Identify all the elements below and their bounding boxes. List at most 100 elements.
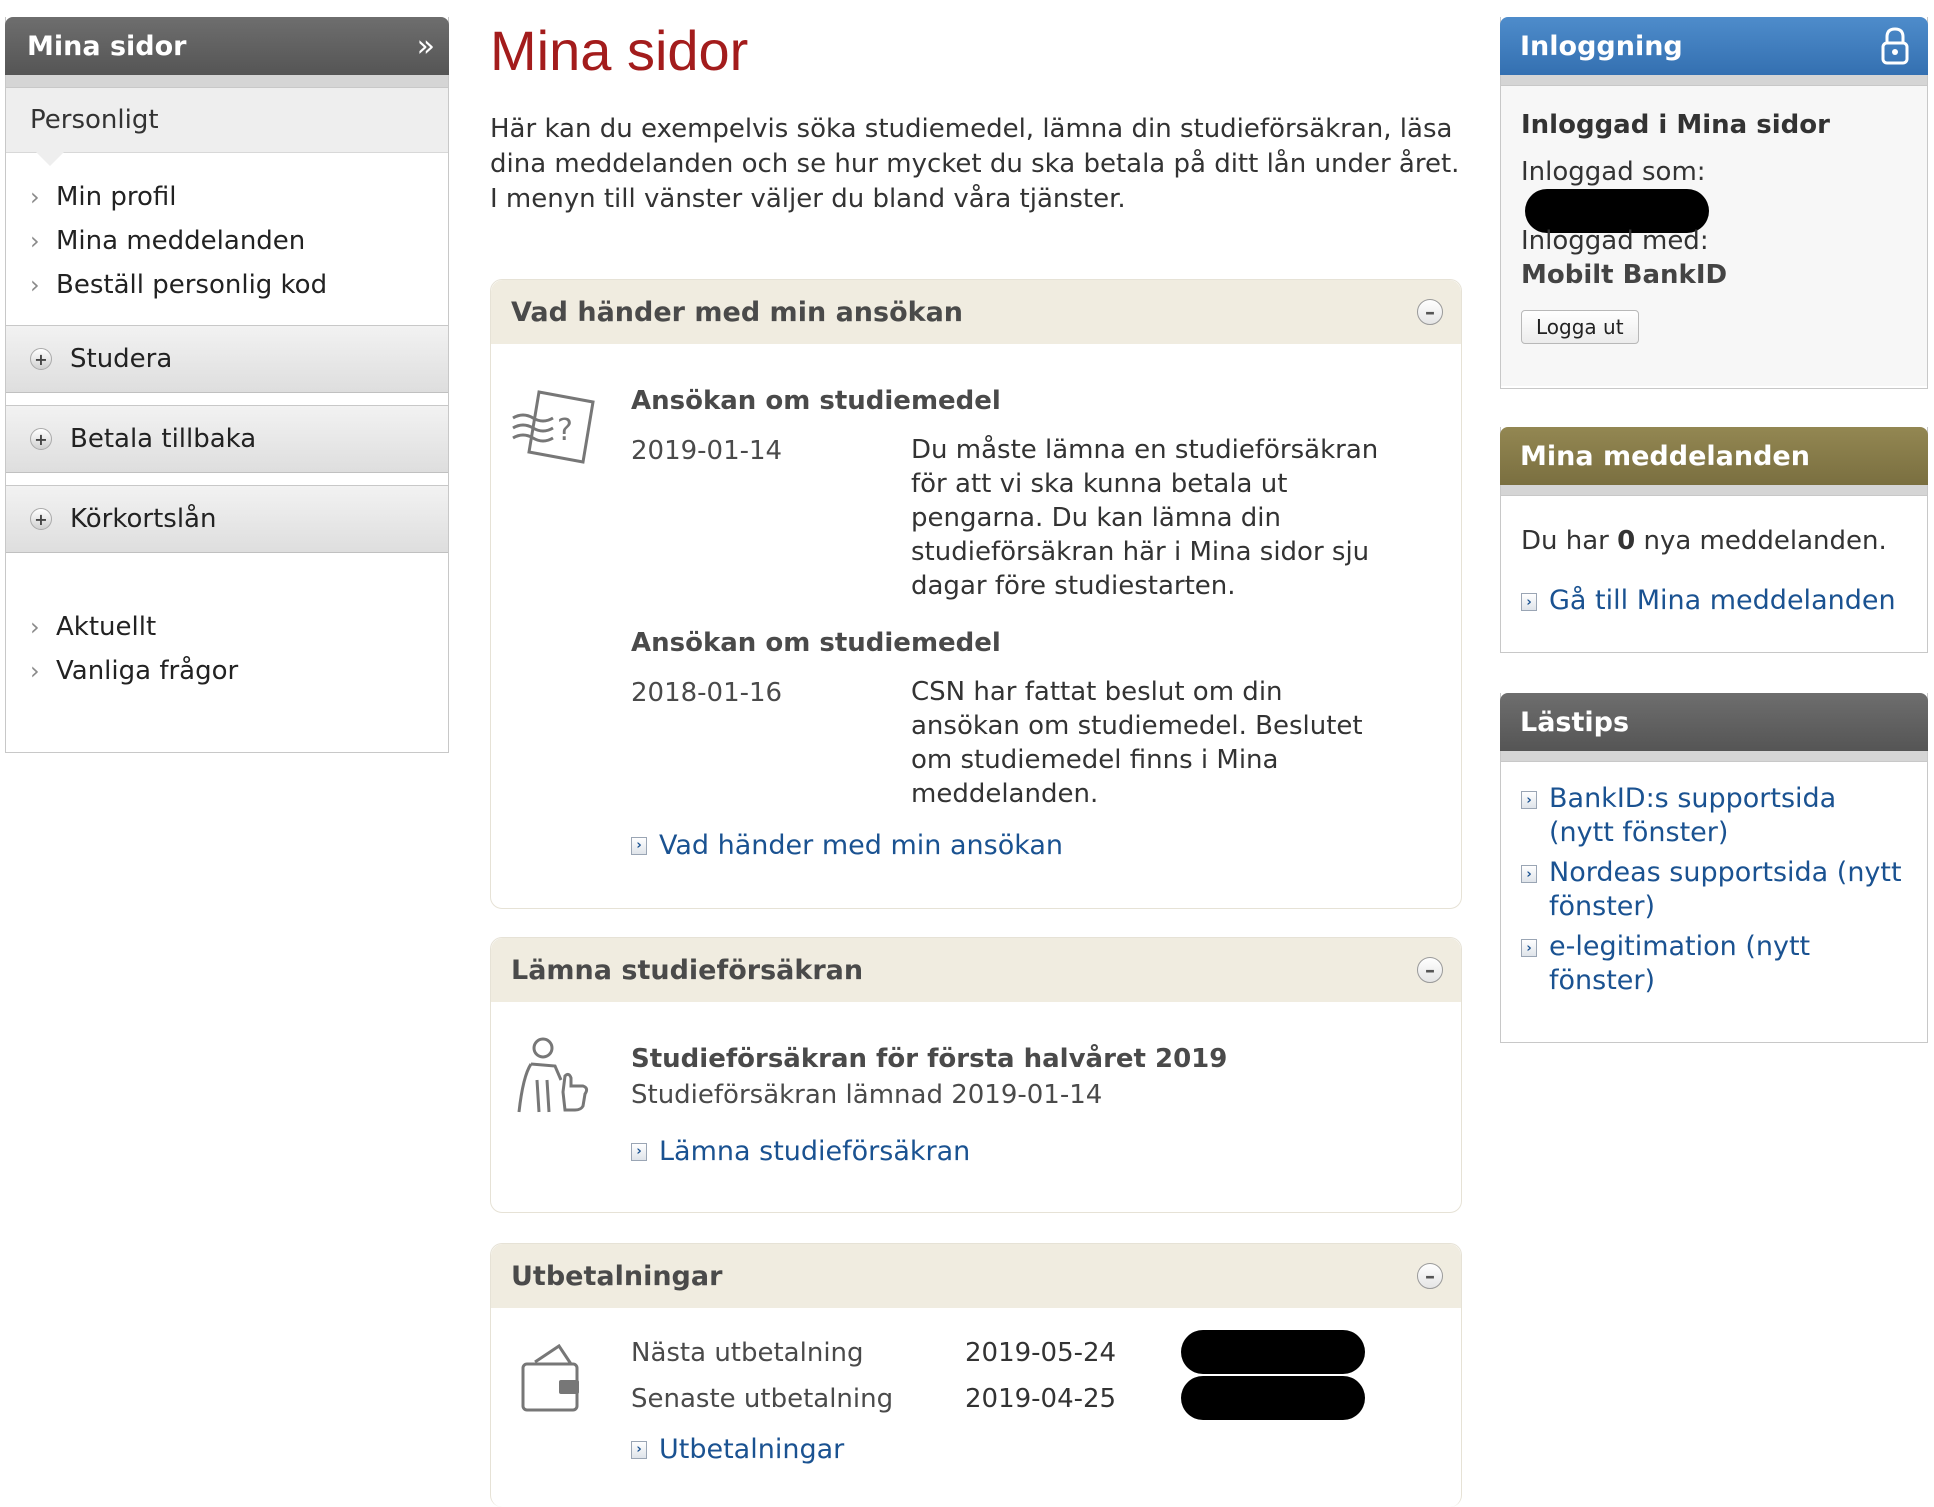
nav-group-label: Studera [70,344,173,374]
panel-heading: Lämna studieförsäkran [511,954,864,986]
login-title: Inloggad i Mina sidor [1521,110,1830,140]
arrow-box-icon: › [1521,865,1537,883]
arrow-box-icon: › [631,1142,647,1161]
panel-heading: Utbetalningar [511,1260,723,1292]
nav-group-betala-tillbaka[interactable]: + Betala tillbaka [6,405,448,473]
application-panel: Vad händer med min ansökan – ? Ansökan o… [490,279,1462,909]
messages-divider [1501,485,1927,496]
nav-section-label: Personligt [30,105,159,135]
nav-header: Mina sidor » [5,17,449,75]
chevron-right-icon: › [30,657,40,685]
login-body: Inloggad i Mina sidor Inloggad som: Inlo… [1501,86,1927,386]
messages-text-before: Du har [1521,526,1618,556]
insurance-link[interactable]: › Lämna studieförsäkran [631,1136,970,1167]
goto-messages-link[interactable]: › Gå till Mina meddelanden [1521,584,1896,618]
messages-body: Du har 0 nya meddelanden. › Gå till Mina… [1501,496,1927,652]
double-chevron-right-icon[interactable]: » [417,29,435,64]
redacted-amount [1181,1330,1365,1374]
tips-heading: Lästips [1520,706,1630,738]
messages-count-text: Du har 0 nya meddelanden. [1521,526,1887,556]
arrow-box-icon: › [1521,791,1537,809]
payment-label: Nästa utbetalning [631,1338,864,1368]
nav-item-min-profil[interactable]: › Min profil [30,175,448,219]
nav-group-label: Betala tillbaka [70,424,257,454]
collapse-minus-icon[interactable]: – [1417,1263,1443,1289]
messages-header: Mina meddelanden [1500,427,1928,485]
nav-title: Mina sidor [27,30,187,62]
payment-date: 2019-05-24 [965,1338,1117,1368]
messages-heading: Mina meddelanden [1520,440,1810,472]
nav-divider [6,75,448,88]
entry-text: CSN har fattat beslut om din ansökan om … [911,677,1363,809]
nav-section-personligt[interactable]: Personligt [6,88,448,166]
payments-link[interactable]: › Utbetalningar [631,1434,844,1465]
payments-panel: Utbetalningar – Nästa utbetalning 2019-0… [490,1243,1462,1507]
expand-plus-icon: + [30,508,52,530]
login-method: Mobilt BankID [1521,260,1728,290]
redacted-amount [1181,1376,1365,1420]
application-link[interactable]: › Vad händer med min ansökan [631,830,1063,861]
logout-button-wrap: Logga ut [1521,310,1639,344]
nav-group-korkortslan[interactable]: + Körkortslån [6,485,448,553]
nav-personal-list: › Min profil › Mina meddelanden › Beställ p… [6,153,448,325]
login-as-label: Inloggad som: [1521,157,1706,187]
link-label: e-legitimation (nytt fönster) [1549,931,1811,996]
login-with-label: Inloggad med: [1521,226,1709,256]
nav-item-vanliga-fragor[interactable]: › Vanliga frågor [30,649,448,693]
insurance-status: Studieförsäkran lämnad 2019-01-14 [631,1080,1103,1110]
messages-box: Mina meddelanden Du har 0 nya meddelande… [1500,427,1928,653]
link-label: Vad händer med min ansökan [659,830,1064,861]
entry-title: Ansökan om studiemedel [631,386,1001,416]
svg-text:?: ? [557,413,573,448]
nav-item-label: Mina meddelanden [56,226,306,256]
expand-plus-icon: + [30,428,52,450]
tip-link-elegitimation[interactable]: › e-legitimation (nytt fönster) [1521,930,1903,998]
entry-date: 2019-01-14 [631,436,783,466]
active-pointer-icon [36,152,64,166]
arrow-box-icon: › [1521,593,1537,611]
wallet-icon [521,1343,579,1412]
nav-group-studera[interactable]: + Studera [6,325,448,393]
arrow-box-icon: › [631,1440,647,1459]
entry-title: Ansökan om studiemedel [631,628,1001,658]
collapse-minus-icon[interactable]: – [1417,957,1443,983]
left-navigation: Mina sidor » Personligt › Min profil › Min… [5,17,449,753]
nav-bottom-list: › Aktuellt › Vanliga frågor [6,565,448,693]
nav-item-mina-meddelanden[interactable]: › Mina meddelanden [30,219,448,263]
panel-header: Lämna studieförsäkran – [491,938,1461,1002]
link-label: Gå till Mina meddelanden [1549,585,1896,616]
payment-date: 2019-04-25 [965,1384,1117,1414]
expand-plus-icon: + [30,348,52,370]
login-heading: Inloggning [1520,30,1683,62]
tips-divider [1501,751,1927,762]
arrow-box-icon: › [631,836,647,855]
chevron-right-icon: › [30,227,40,255]
nav-item-aktuellt[interactable]: › Aktuellt [30,605,448,649]
logout-button[interactable]: Logga ut [1521,310,1639,344]
tips-box: Lästips › BankID:s supportsida (nytt fön… [1500,693,1928,1043]
link-label: Lämna studieförsäkran [659,1136,971,1167]
chevron-right-icon: › [30,271,40,299]
login-header: Inloggning [1500,17,1928,75]
payment-label: Senaste utbetalning [631,1384,894,1414]
link-label: Nordeas supportsida (nytt fönster) [1549,857,1902,922]
entry-date: 2018-01-16 [631,678,783,708]
entry-text: Du måste lämna en studieförsäkran för at… [911,435,1379,601]
insurance-panel: Lämna studieförsäkran – Studieförsäkran … [490,937,1462,1213]
panel-header: Vad händer med min ansökan – [491,280,1461,344]
link-label: BankID:s supportsida (nytt fönster) [1549,783,1837,848]
nav-item-label: Beställ personlig kod [56,270,328,300]
nav-item-bestall-kod[interactable]: › Beställ personlig kod [30,263,448,307]
person-thumbs-up-icon [517,1037,589,1113]
tip-link-bankid[interactable]: › BankID:s supportsida (nytt fönster) [1521,782,1903,850]
tips-header: Lästips [1500,693,1928,751]
collapse-minus-icon[interactable]: – [1417,299,1443,325]
panel-header: Utbetalningar – [491,1244,1461,1308]
messages-text-after: nya meddelanden. [1635,526,1887,556]
tips-body: › BankID:s supportsida (nytt fönster) › … [1501,762,1927,998]
nav-item-label: Aktuellt [56,612,157,642]
chevron-right-icon: › [30,183,40,211]
nav-group-label: Körkortslån [70,504,217,534]
question-paper-icon: ? [512,390,595,464]
tip-link-nordea[interactable]: › Nordeas supportsida (nytt fönster) [1521,856,1903,924]
